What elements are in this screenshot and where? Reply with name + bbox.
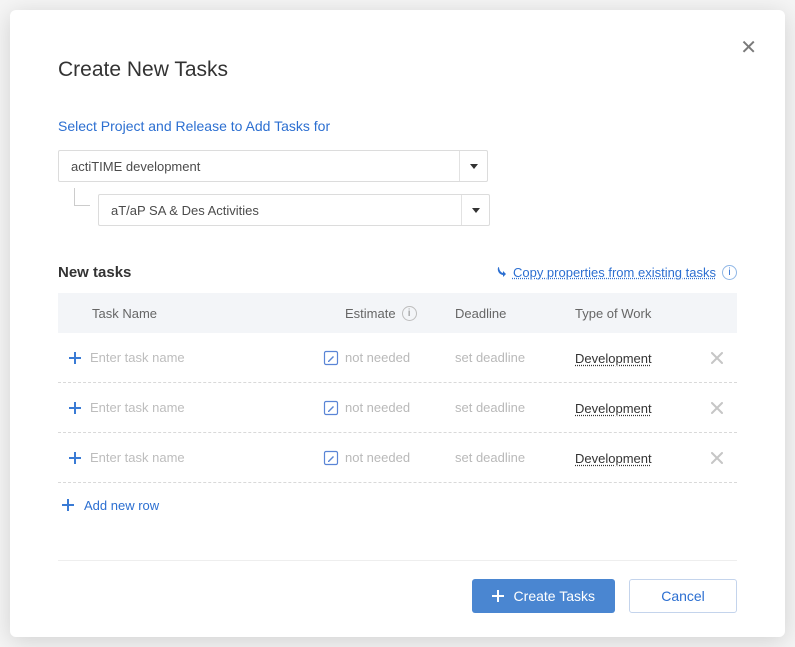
delete-row-button[interactable] [705,452,729,464]
add-new-row-label: Add new row [84,498,159,513]
edit-icon[interactable] [323,450,339,466]
task-name-input[interactable] [88,399,315,416]
info-icon[interactable]: i [402,306,417,321]
tasks-table-header: Task Name Estimate i Deadline Type of Wo… [58,293,737,333]
type-of-work-cell[interactable]: Development [575,401,652,416]
edit-icon[interactable] [323,350,339,366]
release-select-value: aT/aP SA & Des Activities [99,203,461,218]
plus-icon[interactable] [62,402,88,414]
create-tasks-button[interactable]: Create Tasks [472,579,615,613]
tree-connector [74,188,90,206]
delete-row-button[interactable] [705,352,729,364]
release-select[interactable]: aT/aP SA & Des Activities [98,194,490,226]
delete-row-button[interactable] [705,402,729,414]
copy-properties-link[interactable]: Copy properties from existing tasks [513,265,716,280]
estimate-cell[interactable]: not needed [345,450,455,465]
close-icon[interactable]: ✕ [740,38,757,58]
task-name-input[interactable] [88,349,315,366]
deadline-cell[interactable]: set deadline [455,350,575,365]
plus-icon[interactable] [62,452,88,464]
plus-icon [492,590,504,602]
modal-title: Create New Tasks [58,58,737,82]
deadline-cell[interactable]: set deadline [455,450,575,465]
estimate-cell[interactable]: not needed [345,400,455,415]
arrow-down-icon [495,266,507,280]
task-name-input[interactable] [88,449,315,466]
caret-down-icon [459,151,487,181]
select-project-subtitle: Select Project and Release to Add Tasks … [58,118,737,134]
task-row: not needed set deadline Development [58,333,737,383]
new-tasks-heading: New tasks [58,264,131,281]
caret-down-icon [461,195,489,225]
project-select-value: actiTIME development [59,159,459,174]
edit-icon[interactable] [323,400,339,416]
column-type-of-work: Type of Work [575,306,705,321]
plus-icon [62,499,74,511]
estimate-cell[interactable]: not needed [345,350,455,365]
cancel-label: Cancel [661,588,705,604]
deadline-cell[interactable]: set deadline [455,400,575,415]
task-row: not needed set deadline Development [58,433,737,483]
info-icon[interactable]: i [722,265,737,280]
type-of-work-cell[interactable]: Development [575,351,652,366]
column-deadline: Deadline [455,306,575,321]
project-select[interactable]: actiTIME development [58,150,488,182]
type-of-work-cell[interactable]: Development [575,451,652,466]
task-row: not needed set deadline Development [58,383,737,433]
plus-icon[interactable] [62,352,88,364]
column-estimate: Estimate [345,306,396,321]
add-new-row-button[interactable]: Add new row [58,483,737,527]
create-tasks-modal: ✕ Create New Tasks Select Project and Re… [10,10,785,637]
create-tasks-label: Create Tasks [514,588,595,604]
cancel-button[interactable]: Cancel [629,579,737,613]
column-task-name: Task Name [88,306,345,321]
